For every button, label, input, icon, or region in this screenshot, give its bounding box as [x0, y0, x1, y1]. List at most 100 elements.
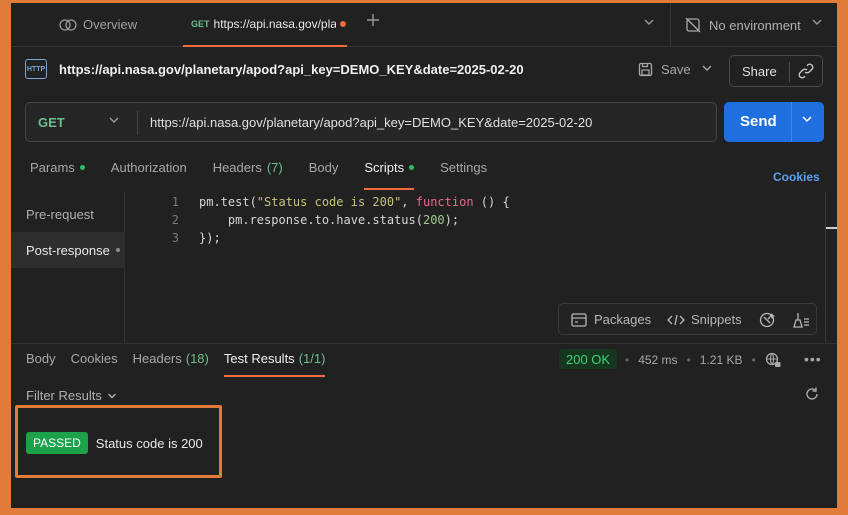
save-label: Save — [661, 62, 691, 77]
code-line: 1 pm.test("Status code is 200", function… — [161, 193, 510, 211]
code-token: pm.test( — [199, 195, 257, 209]
post-response-indicator-dot — [115, 248, 120, 252]
more-options-icon[interactable]: ••• — [804, 351, 822, 367]
tab-scripts[interactable]: Scripts — [364, 160, 415, 190]
code-editor[interactable]: 1 pm.test("Status code is 200", function… — [161, 193, 510, 247]
tab-label: Headers — [212, 160, 262, 175]
cookies-link[interactable]: Cookies — [773, 170, 820, 184]
tab-overview[interactable]: Overview — [59, 17, 137, 32]
editor-scrollbar[interactable] — [825, 192, 826, 342]
tabs-dropdown-button[interactable] — [643, 16, 655, 28]
tab-method: GET — [191, 19, 210, 29]
chevron-down-icon — [702, 65, 712, 71]
save-button[interactable]: Save — [638, 62, 691, 77]
tab-authorization[interactable]: Authorization — [111, 160, 187, 190]
request-bar: GET https://api.nasa.gov/planetary/apod?… — [25, 102, 717, 142]
tab-label: Scripts — [364, 160, 405, 175]
code-token: , — [401, 195, 416, 209]
script-sidebar: Pre-request Post-response — [11, 192, 125, 342]
tab-label: Authorization — [110, 160, 187, 175]
params-indicator-dot — [79, 165, 85, 170]
line-number: 1 — [171, 195, 179, 209]
request-title-row: HTTP https://api.nasa.gov/planetary/apod… — [25, 59, 524, 79]
environment-label: No environment — [709, 17, 801, 33]
snippets-label: Snippets — [691, 312, 742, 327]
tab-params[interactable]: Params — [30, 160, 85, 190]
clean-broom-icon[interactable] — [792, 311, 810, 329]
code-token: function — [415, 195, 474, 209]
http-icon: HTTP — [25, 59, 47, 79]
package-icon — [571, 312, 587, 327]
link-icon[interactable] — [797, 62, 815, 80]
line-number: 2 — [171, 213, 179, 227]
environment-dropdown-button[interactable] — [811, 16, 823, 28]
save-icon — [638, 62, 653, 77]
response-tab-body[interactable]: Body — [26, 351, 56, 377]
tab-label: Body — [308, 160, 339, 175]
tab-title: https://api.nasa.gov/pla — [213, 17, 336, 31]
sidebar-item-label: Pre-request — [26, 206, 94, 222]
divider — [791, 102, 792, 142]
script-toolbar: Packages Snippets — [558, 303, 817, 335]
passed-badge: PASSED — [26, 432, 88, 454]
share-group: Share — [729, 55, 823, 87]
separator-dot: • — [751, 353, 756, 367]
response-time[interactable]: 452 ms — [638, 353, 677, 367]
ai-assist-icon[interactable] — [758, 311, 776, 329]
scripts-indicator-dot — [409, 165, 415, 170]
response-tab-test-results[interactable]: Test Results (1/1) — [223, 351, 325, 377]
chevron-down-icon — [802, 116, 812, 123]
refresh-icon[interactable] — [804, 386, 820, 402]
separator-dot: • — [686, 353, 691, 367]
send-dropdown-button[interactable] — [801, 113, 813, 125]
send-button-group: Send — [724, 102, 824, 142]
code-token: ); — [444, 213, 460, 227]
unsaved-dot — [339, 21, 346, 27]
tab-count: (7) — [266, 160, 283, 175]
tab-settings[interactable]: Settings — [440, 160, 487, 190]
divider — [11, 343, 837, 344]
new-tab-button[interactable] — [366, 13, 380, 27]
packages-button[interactable]: Packages — [571, 312, 651, 327]
sidebar-item-post-response[interactable]: Post-response — [11, 232, 125, 268]
status-badge[interactable]: 200 OK — [559, 349, 618, 369]
method-dropdown-button[interactable] — [108, 114, 120, 126]
tab-body[interactable]: Body — [309, 160, 339, 190]
environment-selector[interactable]: No environment — [685, 17, 801, 33]
share-button[interactable]: Share — [742, 64, 777, 79]
code-line: 2 pm.response.to.have.status(200); — [161, 211, 510, 229]
separator-dot: • — [625, 353, 630, 367]
request-tabs: Params Authorization Headers (7) Body Sc… — [30, 160, 487, 190]
app-window: Overview GET https://api.nasa.gov/pla No… — [11, 3, 837, 508]
tab-count: (18) — [185, 351, 209, 366]
response-tabs: Body Cookies Headers (18) Test Results (… — [26, 351, 325, 377]
save-dropdown-button[interactable] — [701, 62, 713, 74]
code-token: 200 — [422, 213, 445, 227]
divider — [137, 111, 138, 135]
method-select[interactable]: GET — [38, 115, 65, 130]
code-token: "Status code is 200" — [256, 195, 402, 209]
snippets-button[interactable]: Snippets — [667, 312, 742, 327]
network-globe-icon[interactable] — [765, 352, 781, 368]
overview-icon — [59, 18, 77, 31]
sidebar-item-pre-request[interactable]: Pre-request — [11, 196, 125, 232]
filter-results-dropdown[interactable]: Filter Results — [26, 388, 117, 403]
request-title[interactable]: https://api.nasa.gov/planetary/apod?api_… — [59, 62, 524, 77]
url-input[interactable]: https://api.nasa.gov/planetary/apod?api_… — [150, 115, 592, 130]
scrollbar-marker — [826, 227, 837, 229]
code-token: pm.response.to.have.status( — [227, 213, 423, 227]
code-token: }); — [199, 231, 221, 245]
response-tab-headers[interactable]: Headers (18) — [133, 351, 209, 377]
response-tab-cookies[interactable]: Cookies — [71, 351, 118, 377]
line-number: 3 — [171, 231, 179, 245]
divider — [789, 62, 790, 82]
response-size[interactable]: 1.21 KB — [700, 353, 743, 367]
tab-request[interactable]: GET https://api.nasa.gov/pla — [183, 3, 347, 47]
tab-headers[interactable]: Headers (7) — [213, 160, 283, 190]
send-button[interactable]: Send — [740, 113, 777, 130]
no-environment-icon — [685, 17, 701, 33]
chevron-down-icon — [107, 393, 116, 398]
tab-overview-label: Overview — [83, 17, 138, 32]
packages-label: Packages — [594, 312, 652, 327]
